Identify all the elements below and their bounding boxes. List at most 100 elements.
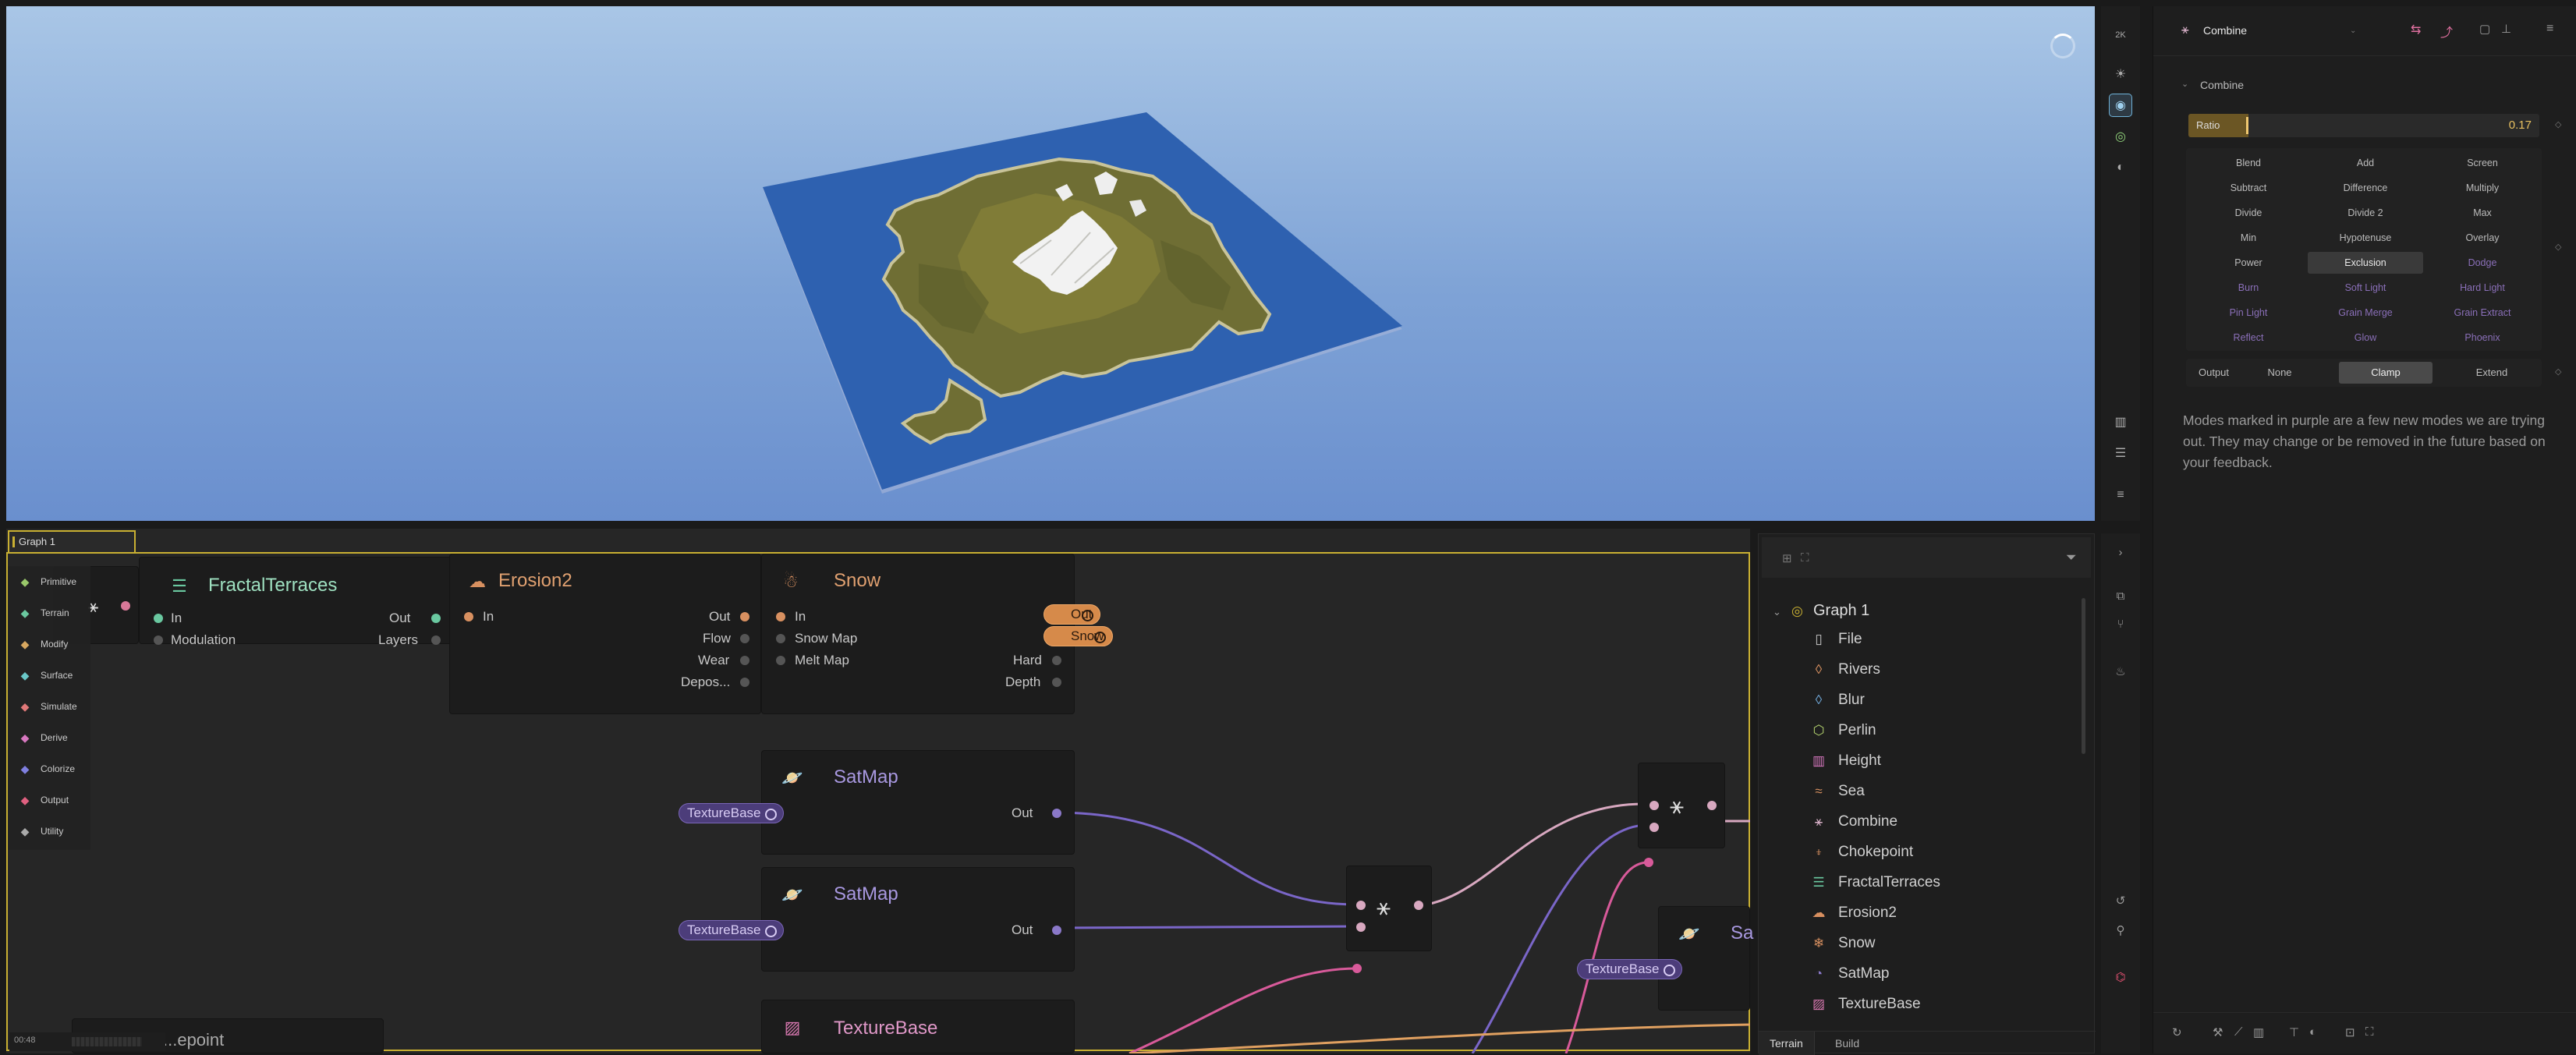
panel-icon[interactable]: ▥ xyxy=(2109,410,2132,434)
out-port[interactable] xyxy=(431,614,441,623)
tree-item-erosion2[interactable]: ☁ Erosion2 xyxy=(1810,905,1897,933)
tree-item-height[interactable]: ▥ Height xyxy=(1810,752,1881,781)
tree-item-file[interactable]: ▯ File xyxy=(1810,631,1862,659)
mode-grain-merge[interactable]: Grain Merge xyxy=(2308,302,2423,324)
contrast-icon[interactable]: ◐ xyxy=(2109,156,2132,179)
wear-port[interactable] xyxy=(740,656,749,665)
deposits-port[interactable] xyxy=(740,678,749,687)
resolution-badge[interactable]: 2K xyxy=(2109,23,2132,47)
output-option-none[interactable]: None xyxy=(2233,362,2326,384)
mode-add[interactable]: Add xyxy=(2308,152,2423,174)
in-port[interactable] xyxy=(464,612,473,621)
node-combine-1[interactable]: ⚹ xyxy=(1346,866,1432,951)
tab-build[interactable]: Build xyxy=(1824,1032,1870,1055)
output-option-clamp[interactable]: Clamp xyxy=(2339,362,2432,384)
ruler-icon[interactable]: ⟋ xyxy=(2234,1025,2243,1039)
menu-icon[interactable]: ≡ xyxy=(2109,483,2132,507)
tree-item-satmap[interactable]: ◔ SatMap xyxy=(1810,965,1890,993)
drop-icon[interactable]: ♨ xyxy=(2112,664,2129,682)
mode-reflect[interactable]: Reflect xyxy=(2191,327,2306,349)
tree-item-combine[interactable]: ⚹ Combine xyxy=(1810,813,1897,841)
mode-multiply[interactable]: Multiply xyxy=(2425,177,2540,199)
output-port[interactable] xyxy=(121,601,130,611)
in-port[interactable] xyxy=(1356,922,1366,932)
node-texturebase[interactable]: ▨ TextureBase xyxy=(761,1000,1075,1053)
mode-glow[interactable]: Glow xyxy=(2308,327,2423,349)
tree-root[interactable]: Graph 1 xyxy=(1813,602,1869,620)
tree-item-rivers[interactable]: ◊ Rivers xyxy=(1810,661,1880,689)
tree-item-sea[interactable]: ≈ Sea xyxy=(1810,783,1864,811)
mode-hard-light[interactable]: Hard Light xyxy=(2425,277,2540,299)
melt-map-port[interactable] xyxy=(776,656,785,665)
mode-subtract[interactable]: Subtract xyxy=(2191,177,2306,199)
diamond-icon[interactable]: ◇ xyxy=(2555,119,2561,129)
mode-screen[interactable]: Screen xyxy=(2425,152,2540,174)
category-derive[interactable]: ◆ Derive xyxy=(8,722,90,753)
mode-difference[interactable]: Difference xyxy=(2308,177,2423,199)
mask-port[interactable] xyxy=(1352,964,1362,973)
mask-port[interactable] xyxy=(1644,858,1653,867)
node-snow[interactable]: ☃ Snow In Snow Map Melt Map Hard Depth xyxy=(761,554,1075,714)
out-port[interactable] xyxy=(1414,901,1423,910)
mode-divide-2[interactable]: Divide 2 xyxy=(2308,202,2423,224)
select-icon[interactable]: ⛶ xyxy=(1801,551,1809,565)
output-option-extend[interactable]: Extend xyxy=(2445,362,2539,384)
tree-item-blur[interactable]: ◊ Blur xyxy=(1810,692,1865,720)
hard-port[interactable] xyxy=(1052,656,1061,665)
out-port[interactable] xyxy=(1052,809,1061,818)
snow-map-port[interactable] xyxy=(776,634,785,643)
collapse-chevron-icon[interactable]: ⌄ xyxy=(2181,79,2188,89)
align-icon[interactable]: ⊤ xyxy=(2289,1025,2299,1039)
out-port[interactable] xyxy=(740,612,749,621)
flow-port[interactable] xyxy=(740,634,749,643)
texturebase-portal-tag[interactable]: TextureBase xyxy=(679,803,784,823)
tree-item-fractalterraces[interactable]: ☰ FractalTerraces xyxy=(1810,874,1940,902)
tree-item-perlin[interactable]: ⬡ Perlin xyxy=(1810,722,1876,750)
expand-icon[interactable]: ⛶ xyxy=(2365,1025,2374,1039)
mode-max[interactable]: Max xyxy=(2425,202,2540,224)
category-colorize[interactable]: ◆ Colorize xyxy=(8,753,90,784)
frame-icon[interactable]: ▢ xyxy=(2479,22,2490,36)
swap-icon[interactable]: ⇆ xyxy=(2411,22,2421,37)
node-graph[interactable]: Graph 1 ⚹ ☰ FractalTerraces In Modulatio… xyxy=(6,529,1753,1053)
category-modify[interactable]: ◆ Modify xyxy=(8,628,90,660)
out-port[interactable] xyxy=(1052,926,1061,935)
category-utility[interactable]: ◆ Utility xyxy=(8,816,90,847)
copy-icon[interactable]: ⧉ xyxy=(2112,589,2129,607)
ratio-slider[interactable]: Ratio 0.17 xyxy=(2188,114,2539,137)
in-port[interactable] xyxy=(1649,823,1659,832)
sync-icon[interactable]: ↺ xyxy=(2112,894,2129,911)
node-erosion2[interactable]: ☁ Erosion2 In Out Flow Wear Depos... xyxy=(449,554,761,714)
mode-min[interactable]: Min xyxy=(2191,227,2306,249)
tree-item-snow[interactable]: ❄ Snow xyxy=(1810,935,1876,963)
out-portal-tag[interactable]: Out xyxy=(1044,604,1101,625)
fish-icon[interactable]: ⌬ xyxy=(2112,970,2129,987)
node-fractalterraces[interactable]: ☰ FractalTerraces In Modulation Out Laye… xyxy=(139,557,454,647)
node-satmap-3[interactable]: 🪐 Sa xyxy=(1658,906,1753,1011)
fit-icon[interactable]: ⊡ xyxy=(2345,1025,2355,1039)
texturebase-portal-tag[interactable]: TextureBase xyxy=(679,920,784,940)
diamond-icon[interactable]: ◇ xyxy=(2555,366,2561,377)
branch-icon[interactable]: ⑂ xyxy=(2112,618,2129,635)
category-surface[interactable]: ◆ Surface xyxy=(8,660,90,691)
minimap[interactable] xyxy=(72,1037,142,1046)
node-satmap-2[interactable]: 🪐 SatMap Out xyxy=(761,867,1075,972)
mode-phoenix[interactable]: Phoenix xyxy=(2425,327,2540,349)
columns-icon[interactable]: ▥ xyxy=(2253,1025,2264,1039)
mode-pin-light[interactable]: Pin Light xyxy=(2191,302,2306,324)
globe-icon[interactable]: ◎ xyxy=(2109,125,2132,148)
3d-viewport[interactable] xyxy=(6,6,2095,521)
mode-power[interactable]: Power xyxy=(2191,252,2306,274)
mode-soft-light[interactable]: Soft Light xyxy=(2308,277,2423,299)
mode-dodge[interactable]: Dodge xyxy=(2425,252,2540,274)
chevron-right-icon[interactable]: › xyxy=(2112,546,2129,563)
mode-exclusion[interactable]: Exclusion xyxy=(2308,252,2423,274)
in-port[interactable] xyxy=(776,612,785,621)
mode-divide[interactable]: Divide xyxy=(2191,202,2306,224)
axis-icon[interactable]: ⊥ xyxy=(2501,22,2511,36)
camera-icon[interactable]: ◉ xyxy=(2109,94,2132,117)
node-satmap-1[interactable]: 🪐 SatMap Out xyxy=(761,750,1075,855)
contrast-icon[interactable]: ◐ xyxy=(2309,1025,2316,1039)
stamp-icon[interactable]: ⚲ xyxy=(2112,923,2129,940)
tree-scrollbar[interactable] xyxy=(2082,598,2085,754)
